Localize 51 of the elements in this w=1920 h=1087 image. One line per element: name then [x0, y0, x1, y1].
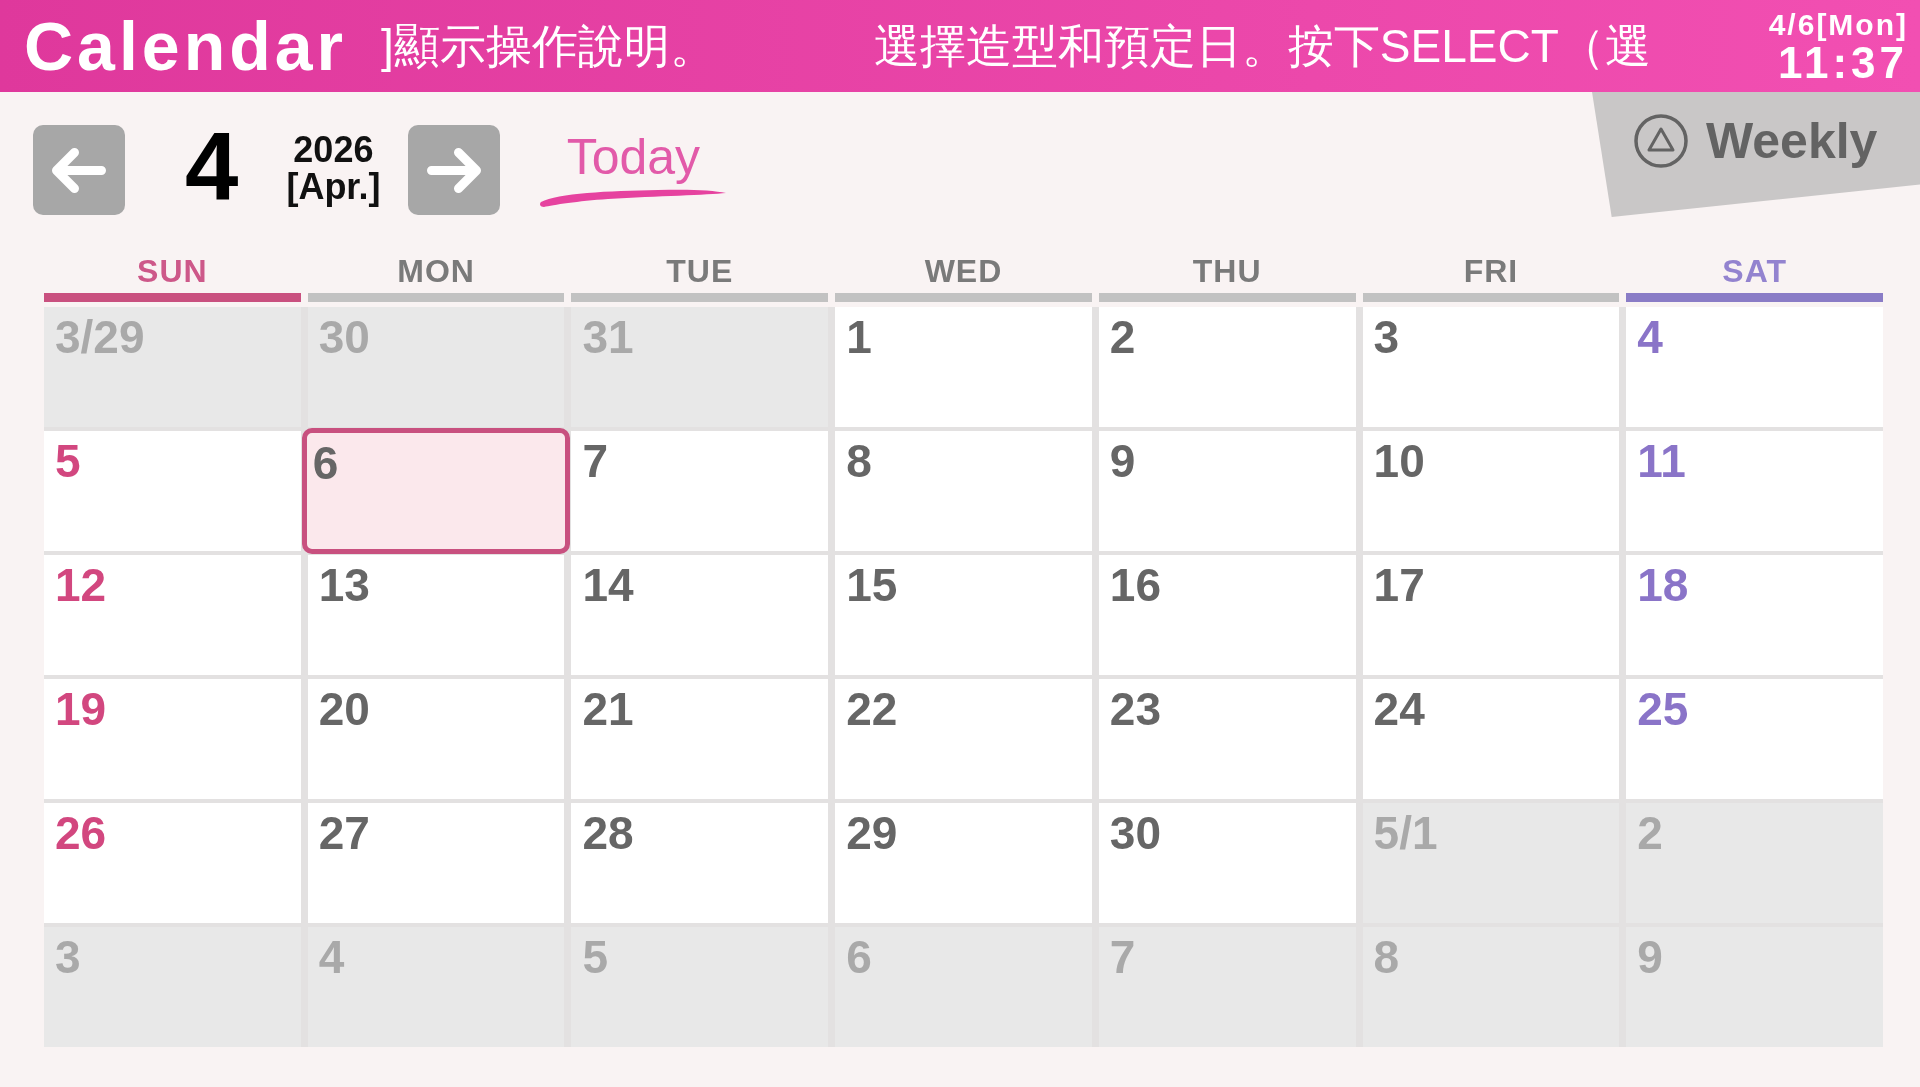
- left-arrow-icon: [52, 147, 106, 193]
- day-cell[interactable]: 30: [1098, 803, 1356, 923]
- day-cell[interactable]: 22: [835, 679, 1092, 799]
- month-name-label: [Apr.]: [286, 168, 381, 206]
- day-cell[interactable]: 8: [835, 431, 1092, 551]
- time-label: 11:37: [1777, 42, 1908, 84]
- day-cell[interactable]: 26: [44, 803, 301, 923]
- day-cell[interactable]: 14: [571, 555, 829, 675]
- day-cell[interactable]: 5: [44, 431, 301, 551]
- weekday-label: MON: [397, 255, 475, 287]
- weekday-label: THU: [1192, 255, 1262, 287]
- day-cell[interactable]: 12: [44, 555, 301, 675]
- day-cell[interactable]: 29: [835, 803, 1092, 923]
- day-cell[interactable]: 7: [571, 431, 829, 551]
- day-cell[interactable]: 24: [1362, 679, 1620, 799]
- previous-month-button[interactable]: [33, 125, 125, 215]
- day-cell[interactable]: 23: [1098, 679, 1356, 799]
- next-month-button[interactable]: [408, 125, 501, 215]
- month-number: 4: [185, 119, 239, 215]
- day-cell[interactable]: 13: [307, 555, 565, 675]
- day-cell[interactable]: 4: [1626, 307, 1883, 427]
- weekday-label: TUE: [666, 255, 734, 287]
- right-arrow-icon: [427, 147, 482, 193]
- day-cell[interactable]: 21: [571, 679, 829, 799]
- day-cell[interactable]: 10: [1362, 431, 1620, 551]
- app-title: Calendar: [24, 12, 347, 80]
- day-cell[interactable]: 3: [1362, 307, 1620, 427]
- day-cell[interactable]: 20: [307, 679, 565, 799]
- day-cell[interactable]: 16: [1098, 555, 1356, 675]
- day-cell[interactable]: 2: [1098, 307, 1356, 427]
- weekday-label: SUN: [137, 255, 208, 287]
- today-button[interactable]: Today: [538, 130, 729, 208]
- day-cell[interactable]: 27: [307, 803, 565, 923]
- day-cell[interactable]: 19: [44, 679, 301, 799]
- weekday-label: FRI: [1463, 255, 1519, 287]
- date-label: 4/6[Mon]: [1768, 8, 1908, 42]
- day-cell[interactable]: 6: [301, 428, 571, 554]
- day-cell[interactable]: 11: [1626, 431, 1883, 551]
- day-cell[interactable]: 17: [1362, 555, 1620, 675]
- weekly-view-tab[interactable]: Weekly: [1592, 92, 1920, 217]
- day-cell[interactable]: 28: [571, 803, 829, 923]
- day-cell[interactable]: 15: [835, 555, 1092, 675]
- ticker-text: 選擇造型和預定日。按下SELECT（選: [873, 23, 1651, 69]
- weekday-label: SAT: [1722, 255, 1787, 287]
- triangle-circle-icon: [1634, 114, 1688, 168]
- day-cell[interactable]: 25: [1626, 679, 1883, 799]
- year-label: 2026: [293, 132, 374, 168]
- day-cell[interactable]: 9: [1098, 431, 1356, 551]
- weekday-label: WED: [924, 255, 1003, 287]
- day-cell[interactable]: 18: [1626, 555, 1883, 675]
- day-cell[interactable]: 1: [835, 307, 1092, 427]
